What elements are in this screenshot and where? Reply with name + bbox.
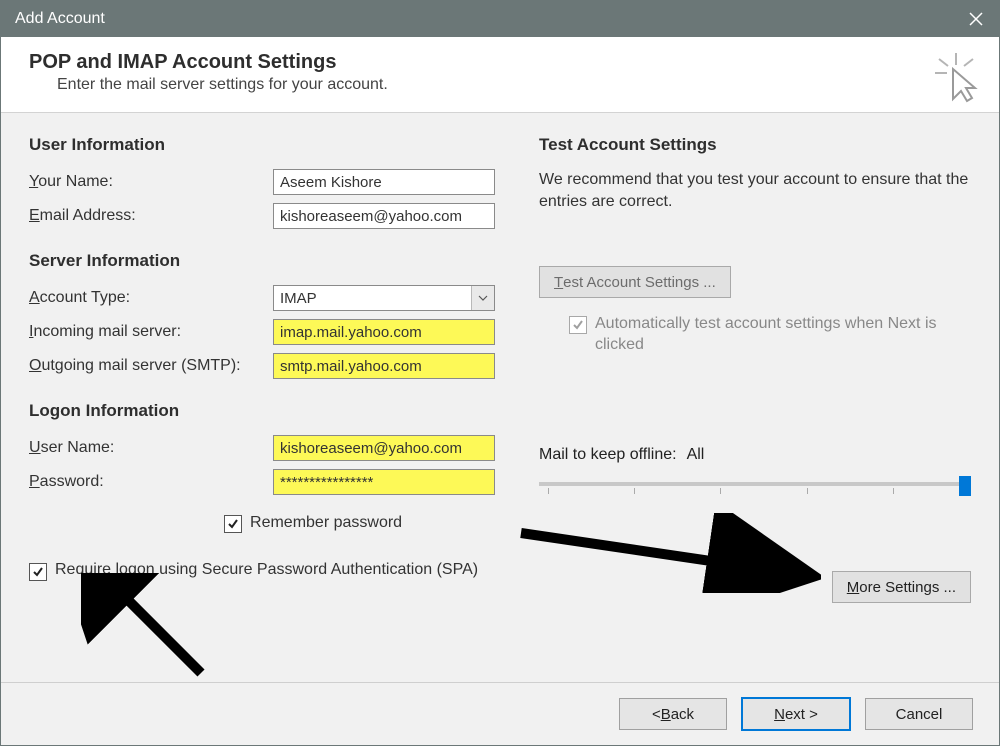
your-name-label: Your Name: [29,173,273,191]
slider-thumb[interactable] [959,476,971,496]
mail-offline-slider[interactable] [539,474,971,498]
spa-label: Require logon using Secure Password Auth… [55,561,478,579]
next-button[interactable]: Next > [741,697,851,731]
email-address-label: Email Address: [29,207,273,225]
titlebar: Add Account [1,1,999,37]
auto-test-checkbox[interactable] [569,316,587,334]
mail-offline-value: All [687,446,705,464]
button-bar: < Back Next > Cancel [1,682,999,745]
account-type-value: IMAP [274,290,471,307]
header-title: POP and IMAP Account Settings [29,51,971,74]
user-name-label: User Name: [29,439,273,457]
password-input[interactable] [273,469,495,495]
back-button[interactable]: < Back [619,698,727,730]
remember-password-checkbox[interactable] [224,515,242,533]
your-name-input[interactable] [273,169,495,195]
password-label: Password: [29,473,273,491]
close-icon [969,12,983,26]
left-column: User Information Your Name: Email Addres… [29,135,519,682]
account-type-label: Account Type: [29,289,273,307]
cursor-click-icon [931,51,981,107]
server-information-heading: Server Information [29,251,519,271]
user-information-heading: User Information [29,135,519,155]
account-type-select[interactable]: IMAP [273,285,495,311]
logon-information-heading: Logon Information [29,401,519,421]
window-title: Add Account [15,10,105,28]
incoming-server-input[interactable] [273,319,495,345]
test-account-settings-button[interactable]: Test Account Settings ... [539,266,731,298]
header-band: POP and IMAP Account Settings Enter the … [1,37,999,113]
test-account-text: We recommend that you test your account … [539,169,971,212]
outgoing-server-label: Outgoing mail server (SMTP): [29,357,273,375]
email-address-input[interactable] [273,203,495,229]
spa-checkbox[interactable] [29,563,47,581]
chevron-down-icon [478,295,488,301]
account-type-dropdown-button[interactable] [471,286,494,310]
check-icon [227,518,239,530]
check-icon [32,566,44,578]
incoming-server-label: Incoming mail server: [29,323,273,341]
header-subtitle: Enter the mail server settings for your … [57,76,971,94]
outgoing-server-input[interactable] [273,353,495,379]
remember-password-label: Remember password [250,514,402,532]
dialog-body: User Information Your Name: Email Addres… [1,113,999,682]
more-settings-button[interactable]: More Settings ... [832,571,971,603]
mail-offline-label: Mail to keep offline: [539,446,677,464]
user-name-input[interactable] [273,435,495,461]
test-account-heading: Test Account Settings [539,135,971,155]
cancel-button[interactable]: Cancel [865,698,973,730]
check-icon [572,319,584,331]
slider-track [539,482,971,486]
auto-test-label: Automatically test account settings when… [595,314,971,356]
close-button[interactable] [953,1,999,37]
add-account-dialog: Add Account POP and IMAP Account Setting… [0,0,1000,746]
